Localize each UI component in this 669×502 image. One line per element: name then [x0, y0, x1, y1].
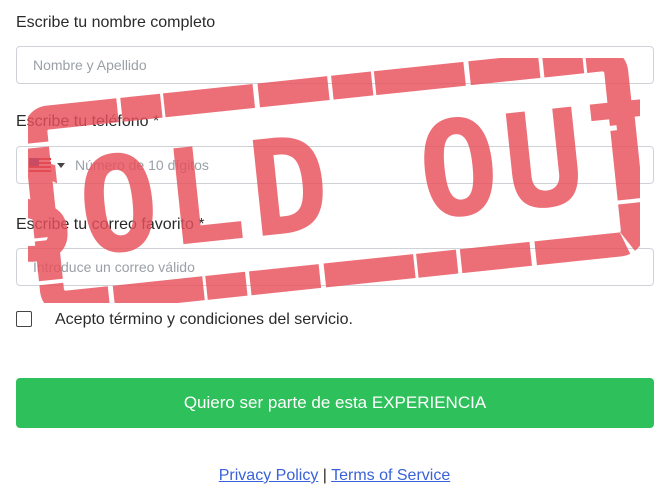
name-input[interactable] — [17, 47, 653, 83]
footer-links: Privacy Policy | Terms of Service — [0, 467, 669, 485]
phone-field — [16, 146, 654, 184]
email-input[interactable] — [17, 249, 653, 285]
privacy-policy-link[interactable]: Privacy Policy — [219, 467, 319, 484]
terms-label: Acepto término y condiciones del servici… — [55, 311, 353, 328]
phone-label: Escribe tu teléfono * — [16, 113, 160, 130]
terms-of-service-link[interactable]: Terms of Service — [331, 467, 450, 484]
submit-button[interactable]: Quiero ser parte de esta EXPERIENCIA — [16, 378, 654, 428]
name-field — [16, 46, 654, 84]
signup-form-page: Escribe tu nombre completo Escribe tu te… — [0, 0, 669, 502]
terms-checkbox[interactable] — [16, 311, 32, 327]
email-label: Escribe tu correo favorito * — [16, 216, 205, 233]
chevron-down-icon — [57, 162, 65, 168]
us-flag-icon — [29, 158, 51, 172]
country-code-selector[interactable] — [17, 147, 65, 183]
phone-input[interactable] — [65, 147, 653, 183]
email-field — [16, 248, 654, 286]
name-label: Escribe tu nombre completo — [16, 14, 216, 31]
footer-separator: | — [322, 467, 327, 484]
